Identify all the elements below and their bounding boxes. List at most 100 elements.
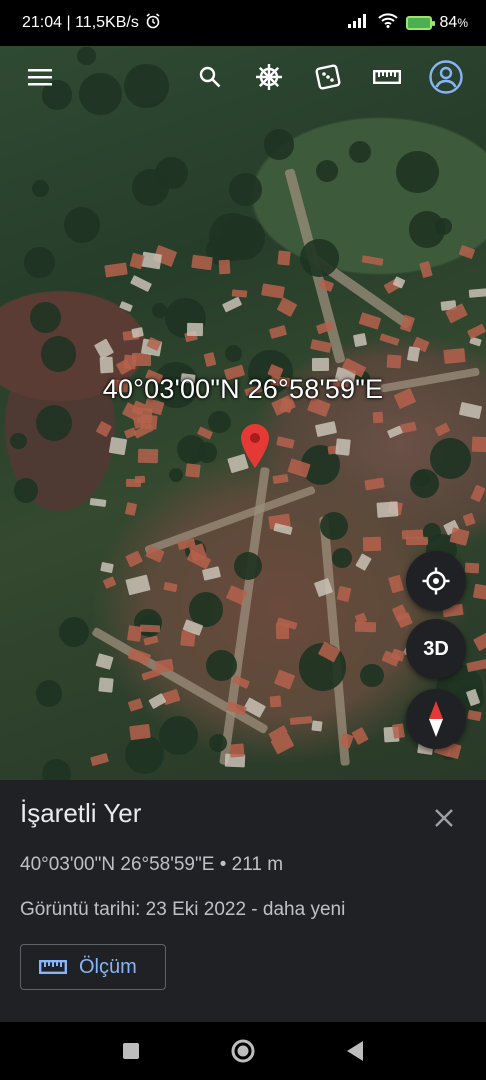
ruler-icon — [373, 70, 401, 85]
compass-icon — [429, 701, 443, 737]
map-roof — [363, 536, 382, 552]
map-roof — [129, 252, 145, 270]
map-tree — [58, 617, 89, 648]
map-tree — [300, 238, 339, 278]
voyager-button[interactable] — [247, 55, 291, 99]
battery-level: 84% — [439, 14, 468, 31]
place-info-sheet: İşaretli Yer 40°03'00"N 26°58'59"E • 211… — [0, 780, 486, 1022]
map-roof — [274, 669, 296, 691]
3d-toggle-button[interactable]: 3D — [406, 619, 466, 679]
map-roof — [358, 312, 382, 330]
search-button[interactable] — [188, 55, 232, 99]
map-tree — [125, 734, 165, 774]
map-tree — [42, 759, 72, 780]
map-roof — [141, 251, 163, 269]
map-roof — [269, 325, 288, 340]
measure-button[interactable]: Ölçüm — [20, 944, 166, 990]
map-tree — [408, 211, 446, 248]
map-roof — [310, 339, 332, 353]
placemark-pin-icon[interactable] — [241, 424, 269, 473]
map-roof — [464, 562, 480, 574]
map-tree — [360, 664, 384, 688]
map-roof — [376, 501, 400, 518]
map-roof — [125, 574, 151, 596]
map-roof — [108, 436, 127, 455]
map-roof — [124, 502, 138, 517]
map-roof — [388, 574, 405, 594]
map-roof — [129, 723, 152, 741]
close-icon — [435, 809, 453, 827]
map-roof — [187, 323, 204, 337]
map-roof — [386, 354, 402, 369]
triangle-back-icon — [347, 1041, 363, 1061]
map-roof — [276, 436, 295, 449]
map-tree — [429, 438, 471, 480]
map-tree — [208, 410, 231, 433]
map-roof — [361, 255, 383, 267]
map-roof — [470, 484, 486, 503]
map-roof — [163, 582, 178, 593]
map-roof — [466, 659, 486, 673]
satellite-map[interactable] — [0, 46, 486, 780]
map-roof — [466, 709, 481, 721]
map-roof — [100, 561, 114, 574]
ruler-icon — [39, 960, 67, 975]
map-roof — [269, 695, 282, 709]
map-roof — [95, 420, 112, 437]
map-roof — [218, 260, 230, 275]
compass-button[interactable] — [406, 689, 466, 749]
map-tree — [320, 511, 349, 540]
map-roof — [138, 448, 159, 463]
home-button[interactable] — [213, 1031, 273, 1071]
map-roof — [471, 436, 486, 453]
map-tree — [152, 303, 167, 319]
map-tree — [32, 180, 49, 197]
map-tree — [9, 432, 27, 450]
map-roof — [391, 723, 405, 740]
map-roof — [336, 585, 353, 602]
coordinates-label: 40°03'00"N 26°58'59"E — [102, 374, 384, 404]
map-roof — [103, 262, 128, 278]
my-location-icon — [422, 567, 450, 595]
system-nav-bar — [0, 1022, 486, 1080]
map-tree — [35, 404, 73, 442]
map-roof — [185, 462, 201, 477]
map-roof — [401, 529, 423, 540]
map-roof — [311, 720, 324, 732]
map-tree — [169, 467, 184, 482]
random-place-button[interactable] — [306, 55, 350, 99]
map-roof — [127, 625, 143, 643]
close-button[interactable] — [432, 806, 456, 830]
map-roof — [354, 553, 372, 572]
account-icon — [429, 60, 463, 94]
map-roof — [94, 652, 114, 670]
back-button[interactable] — [325, 1031, 385, 1071]
map-roof — [125, 550, 143, 567]
measure-tool-button[interactable] — [365, 55, 409, 99]
map-roof — [118, 300, 133, 313]
map-roof — [473, 629, 486, 652]
map-roof — [462, 512, 477, 526]
my-location-button[interactable] — [406, 551, 466, 611]
map-roof — [443, 347, 466, 364]
map-tree — [233, 552, 262, 581]
recents-button[interactable] — [101, 1031, 161, 1071]
map-tree — [224, 344, 243, 363]
circle-icon — [231, 1039, 255, 1063]
account-button[interactable] — [424, 55, 468, 99]
map-tree — [177, 434, 207, 464]
menu-button[interactable] — [18, 55, 62, 99]
map-tree — [409, 468, 440, 499]
map-tree — [40, 336, 76, 372]
map-roof — [134, 475, 145, 484]
coordinates-elevation: 40°03'00"N 26°58'59"E • 211 m — [20, 854, 284, 875]
map-roof — [131, 327, 145, 338]
imagery-date: Görüntü tarihi: 23 Eki 2022 - daha yeni — [20, 899, 346, 920]
status-bar: 21:04 | 11,5KB/s 84% — [0, 0, 486, 46]
map-roof — [89, 498, 106, 508]
map-roof — [277, 250, 291, 266]
map-roof — [191, 254, 213, 271]
map-roof — [354, 621, 377, 632]
map-roof — [98, 677, 114, 693]
map-roof — [141, 668, 161, 681]
